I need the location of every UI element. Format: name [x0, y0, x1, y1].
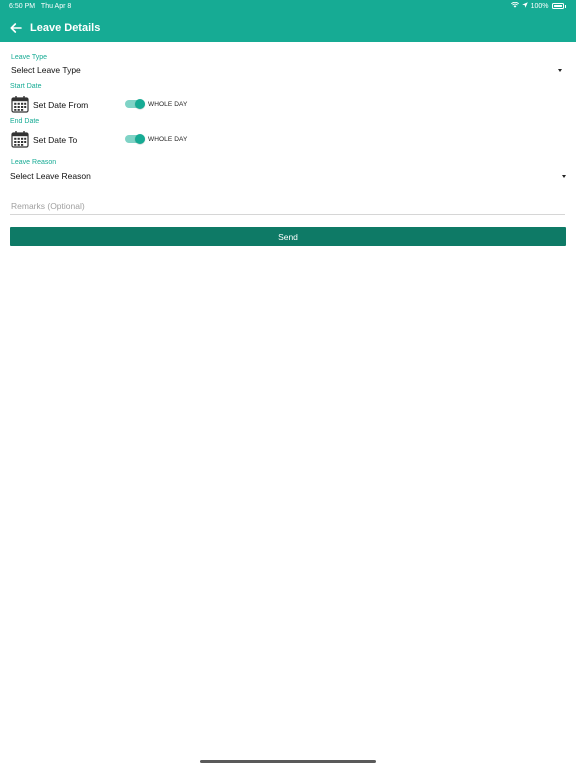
battery-percent: 100% — [530, 2, 549, 10]
chevron-down-icon — [558, 69, 562, 72]
end-date-whole-day-label: WHOLE DAY — [148, 136, 188, 143]
location-arrow-icon — [521, 2, 528, 10]
start-date-whole-day-toggle[interactable] — [125, 99, 145, 109]
battery-icon — [551, 3, 564, 9]
status-indicators: 100% — [510, 1, 566, 10]
remarks-field[interactable] — [10, 197, 565, 215]
end-date-label: End Date — [10, 118, 40, 125]
send-button[interactable]: Send — [10, 227, 566, 246]
start-date-whole-day-label: WHOLE DAY — [148, 101, 188, 108]
leave-reason-select[interactable]: Select Leave Reason — [10, 169, 568, 183]
start-date-label: Start Date — [10, 83, 42, 90]
leave-type-value: Select Leave Type — [11, 65, 81, 75]
status-time-text: 6:50 PM — [9, 3, 36, 10]
arrow-left-icon[interactable] — [8, 20, 24, 36]
start-date-value: Set Date From — [33, 100, 89, 110]
leave-type-select[interactable]: Select Leave Type — [10, 63, 568, 77]
battery-tip — [564, 4, 566, 8]
wifi-icon — [510, 1, 519, 10]
leave-type-label: Leave Type — [11, 54, 48, 61]
home-indicator — [200, 760, 376, 763]
calendar-icon — [11, 131, 29, 148]
start-date-picker[interactable]: Set Date From — [10, 94, 110, 114]
app-header: 6:50 PM Thu Apr 8 100% Leave Details — [0, 0, 576, 42]
end-date-whole-day-toggle[interactable] — [125, 134, 145, 144]
toggle-thumb — [135, 99, 145, 109]
status-date-text: Thu Apr 8 — [40, 3, 72, 10]
end-date-picker[interactable]: Set Date To — [10, 129, 110, 149]
leave-details-screen: 6:50 PM Thu Apr 8 100% Leave Details Lea… — [0, 0, 576, 768]
chevron-down-icon — [562, 175, 566, 178]
status-time: 6:50 PM Thu Apr 8 — [9, 3, 71, 10]
page-title: Leave Details — [30, 22, 101, 34]
calendar-icon — [11, 96, 29, 113]
leave-reason-label: Leave Reason — [11, 159, 57, 166]
leave-reason-value: Select Leave Reason — [10, 171, 91, 181]
end-date-value: Set Date To — [33, 135, 78, 145]
toggle-thumb — [135, 134, 145, 144]
status-bar: 6:50 PM Thu Apr 8 100% — [0, 0, 576, 14]
